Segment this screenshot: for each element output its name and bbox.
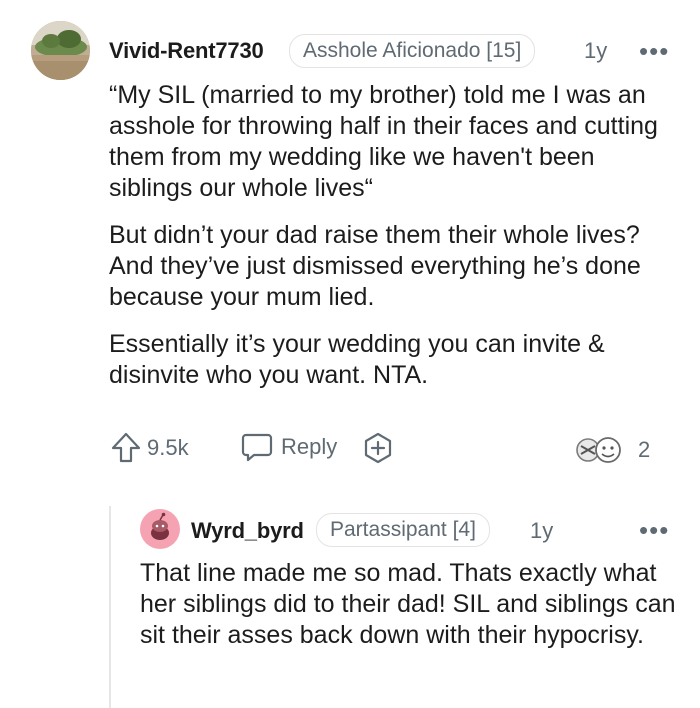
award-plus-icon: [364, 432, 392, 464]
vote-count: 9.5k: [147, 435, 189, 460]
snoo-avatar-icon: [140, 509, 180, 549]
avatar[interactable]: [140, 509, 180, 549]
reply-author[interactable]: Wyrd_byrd: [191, 518, 304, 544]
comment-paragraph: Essentially it’s your wedding you can in…: [109, 330, 605, 389]
awards-display[interactable]: 2: [574, 434, 650, 466]
upvote-control[interactable]: 9.5k: [111, 432, 189, 464]
upvote-arrow-icon[interactable]: [111, 432, 141, 464]
more-options-icon[interactable]: •••: [639, 38, 669, 64]
award-badges-icon: [576, 437, 621, 463]
avatar[interactable]: [31, 21, 90, 80]
avatar-landscape-icon: [31, 21, 90, 80]
reply-body: That line made me so mad. Thats exactly …: [140, 559, 676, 649]
comment-paragraph: But didn’t your dad raise them their who…: [109, 221, 641, 311]
comment-body: “My SIL (married to my brother) told me …: [109, 80, 679, 391]
user-flair: Partassipant [4]: [316, 513, 490, 547]
reply-label: Reply: [281, 434, 338, 459]
give-award-button[interactable]: [362, 432, 394, 469]
comment-author[interactable]: Vivid-Rent7730: [109, 38, 264, 64]
user-flair: Asshole Aficionado [15]: [289, 34, 536, 68]
comment-age: 1y: [584, 38, 608, 63]
thread-line[interactable]: [109, 506, 111, 708]
awards-count: 2: [638, 437, 651, 462]
comment-paragraph-quote: “My SIL (married to my brother) told me …: [109, 81, 658, 202]
more-options-icon[interactable]: •••: [639, 517, 669, 543]
comment-bubble-icon: [241, 433, 273, 462]
reply-age: 1y: [530, 518, 554, 543]
reply-button[interactable]: Reply: [241, 432, 337, 462]
